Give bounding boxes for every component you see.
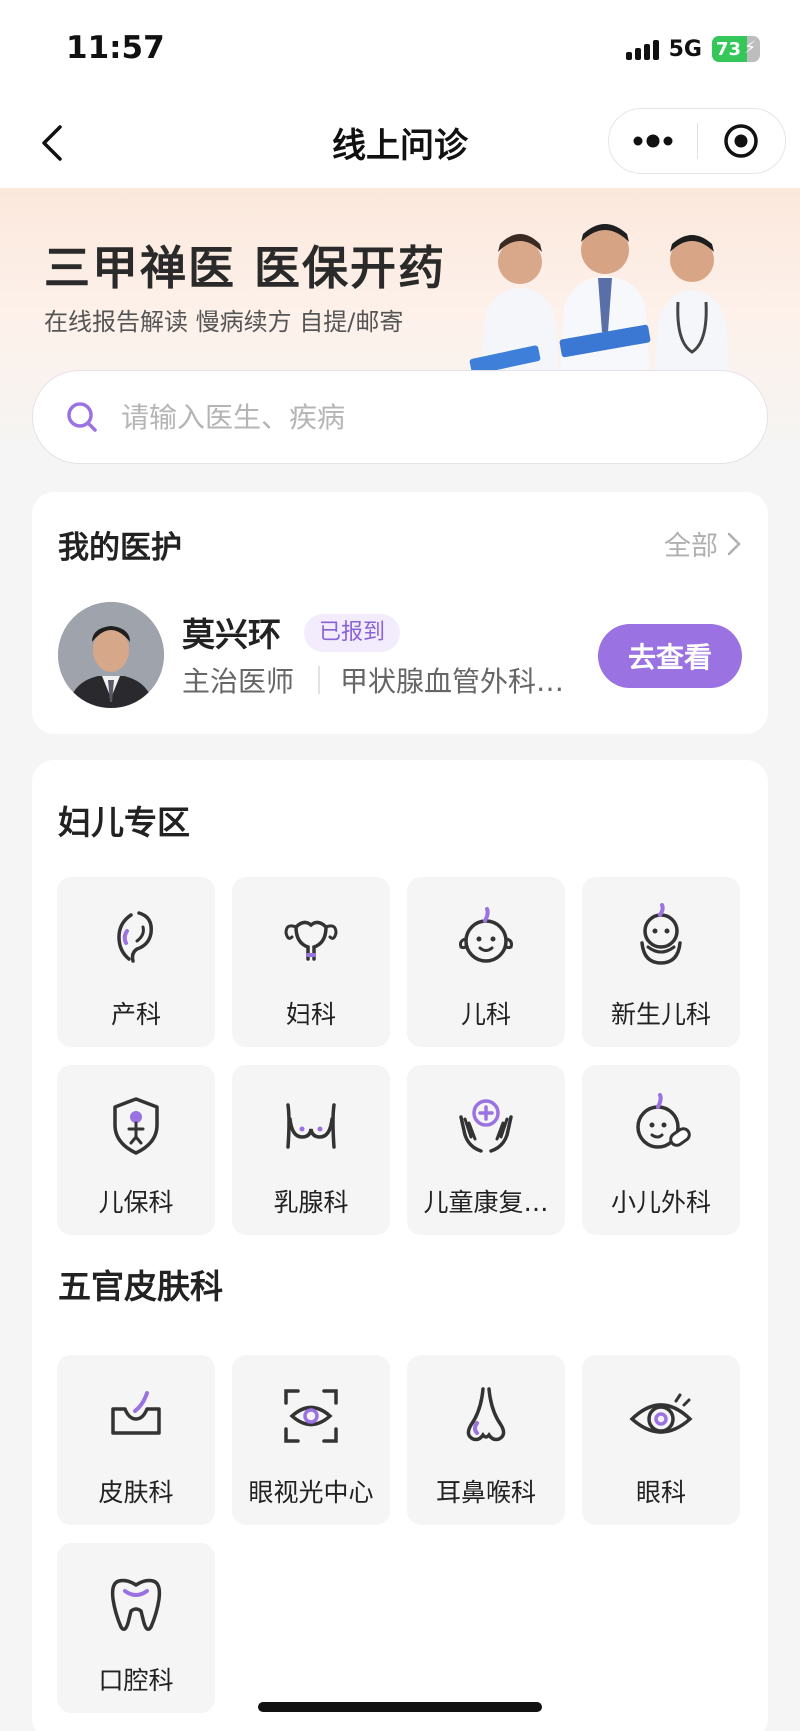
my-care-title: 我的医护 [58,530,182,566]
dept-label: 产科 [110,1000,161,1029]
dept-label: 儿保科 [98,1188,174,1217]
care-hands-icon [459,1099,513,1153]
dept-ent[interactable]: 耳鼻喉科 [407,1355,565,1525]
dept-label: 妇科 [285,1000,336,1029]
dept-ophthalmology[interactable]: 眼科 [582,1355,740,1525]
dept-label: 皮肤科 [98,1478,174,1507]
doctor-avatar[interactable] [58,602,164,708]
battery-level: 73 [716,38,742,60]
baby-pill-icon [636,1093,691,1149]
status-indicators: 5G 73 ⚡ [625,36,760,62]
section-title-maternal-child: 妇儿专区 [58,803,190,842]
view-button[interactable]: 去查看 [598,624,742,688]
chevron-right-icon [727,532,741,555]
view-all-label: 全部 [664,531,718,562]
dept-label: 新生儿科 [610,1000,711,1029]
battery-icon: 73 ⚡ [712,36,760,62]
dept-optometry[interactable]: 眼视光中心 [232,1355,390,1525]
departments-card: 妇儿专区 产科 妇科 儿科 新生儿科 儿保科 乳腺科 儿童康复… 小儿外科 五官… [32,760,768,1731]
child-shield-icon [113,1097,159,1155]
target-close-icon [724,124,758,158]
mini-program-capsule [608,108,786,174]
more-dots-icon [633,134,673,148]
uterus-icon [284,920,338,961]
nav-bar: 线上问诊 [0,100,800,188]
obstetrics-icon [117,911,153,963]
newborn-icon [640,903,682,965]
dept-label: 眼科 [635,1478,686,1507]
search-input[interactable] [121,400,701,434]
dept-child-health[interactable]: 儿保科 [57,1065,215,1235]
dept-label: 口腔科 [98,1666,174,1695]
eye-icon [629,1393,693,1434]
status-bar: 11:57 5G 73 ⚡ [0,0,800,100]
skin-icon [111,1391,161,1435]
banner-title: 三甲禅医 医保开药 [44,241,447,295]
signal-icon [625,38,659,60]
divider [318,666,320,694]
dept-neonatology[interactable]: 新生儿科 [582,877,740,1047]
breast-icon [286,1103,336,1149]
nose-icon [466,1387,506,1442]
dept-label: 小儿外科 [610,1188,711,1217]
my-care-card: 我的医护 全部 莫兴环 已报到 主治医师 甲状腺血管外科… 去查看 [32,492,768,734]
doctor-photo [58,602,164,708]
view-all-link[interactable]: 全部 [664,524,742,563]
close-button[interactable] [698,109,786,173]
dept-breast[interactable]: 乳腺科 [232,1065,390,1235]
dept-label: 耳鼻喉科 [435,1478,536,1507]
baby-face-icon [459,907,513,963]
dept-dermatology[interactable]: 皮肤科 [57,1355,215,1525]
dept-label: 乳腺科 [273,1188,349,1217]
search-bar[interactable] [32,370,768,464]
dept-pediatrics[interactable]: 儿科 [407,877,565,1047]
dept-label: 儿科 [460,1000,511,1029]
dept-label: 眼视光中心 [248,1478,374,1507]
status-time: 11:57 [66,30,165,66]
eye-scan-icon [284,1389,338,1443]
more-button[interactable] [609,109,697,173]
search-icon [67,402,97,432]
doctor-name: 莫兴环 [182,615,281,654]
status-badge: 已报到 [304,614,401,652]
network-label: 5G [668,36,702,62]
home-indicator [258,1702,542,1712]
dept-pediatric-surgery[interactable]: 小儿外科 [582,1065,740,1235]
section-title-ent-skin: 五官皮肤科 [58,1267,223,1306]
doctor-title: 主治医师 [182,665,295,698]
dept-stomatology[interactable]: 口腔科 [57,1543,215,1713]
dept-obstetrics[interactable]: 产科 [57,877,215,1047]
dept-child-rehab[interactable]: 儿童康复… [407,1065,565,1235]
tooth-icon [110,1578,162,1631]
doctor-department: 甲状腺血管外科… [340,665,565,698]
dept-gynecology[interactable]: 妇科 [232,877,390,1047]
banner-subtitle: 在线报告解读 慢病续方 自提/邮寄 [44,308,404,336]
dept-label: 儿童康复… [423,1188,549,1217]
